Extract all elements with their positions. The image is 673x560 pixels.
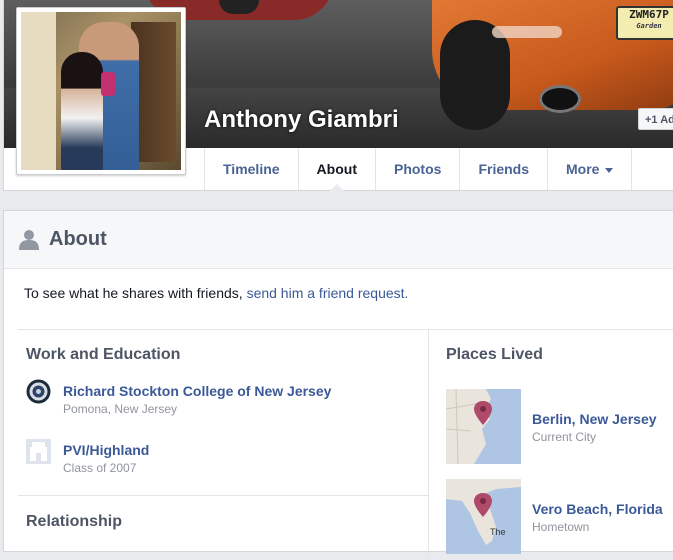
about-header: About (4, 211, 673, 269)
map-icon (446, 479, 521, 554)
profile-nav: Timeline About Photos Friends More (204, 148, 633, 191)
add-friend-button[interactable]: +1 Ad (638, 108, 673, 130)
map-icon (446, 389, 521, 464)
chevron-down-icon (605, 167, 614, 173)
relationship-title: Relationship (26, 513, 123, 530)
tab-more[interactable]: More (547, 148, 633, 190)
about-title: About (49, 228, 107, 250)
place-vero-beach-link[interactable]: Vero Beach, Florida (532, 501, 663, 517)
school-link[interactable]: PVI/Highland (63, 442, 149, 458)
work-education-title: Work and Education (26, 346, 181, 363)
tab-photos[interactable]: Photos (374, 148, 459, 190)
profile-name[interactable]: Anthony Giambri (204, 106, 399, 134)
map-thumbnail-berlin[interactable] (446, 389, 521, 464)
place-vero-beach-detail: Hometown (532, 520, 590, 534)
tab-timeline[interactable]: Timeline (204, 148, 298, 190)
divider (18, 495, 428, 496)
friend-request-link[interactable]: send him a friend request. (247, 285, 409, 301)
map-thumbnail-vero-beach[interactable]: The (446, 479, 521, 554)
column-divider (428, 330, 429, 560)
profile-picture[interactable] (16, 7, 186, 175)
school-placeholder-icon[interactable] (26, 439, 51, 464)
tab-more-label: More (566, 161, 600, 177)
about-section: About To see what he shares with friends… (3, 210, 673, 560)
place-berlin-detail: Current City (532, 430, 597, 444)
place-berlin-link[interactable]: Berlin, New Jersey (532, 411, 657, 427)
license-plate: ZWM67P Garden (616, 6, 673, 40)
profile-photo-image (21, 12, 181, 170)
divider (18, 329, 673, 330)
map-label: The (490, 527, 506, 537)
places-lived-title: Places Lived (446, 346, 543, 363)
tab-friends[interactable]: Friends (459, 148, 547, 190)
tab-about[interactable]: About (297, 148, 375, 191)
college-location: Pomona, New Jersey (63, 402, 178, 416)
friend-request-note: To see what he shares with friends, send… (24, 285, 409, 301)
school-class: Class of 2007 (63, 461, 137, 475)
college-logo-icon[interactable] (26, 379, 51, 404)
person-icon (19, 230, 39, 250)
college-link[interactable]: Richard Stockton College of New Jersey (63, 383, 331, 399)
